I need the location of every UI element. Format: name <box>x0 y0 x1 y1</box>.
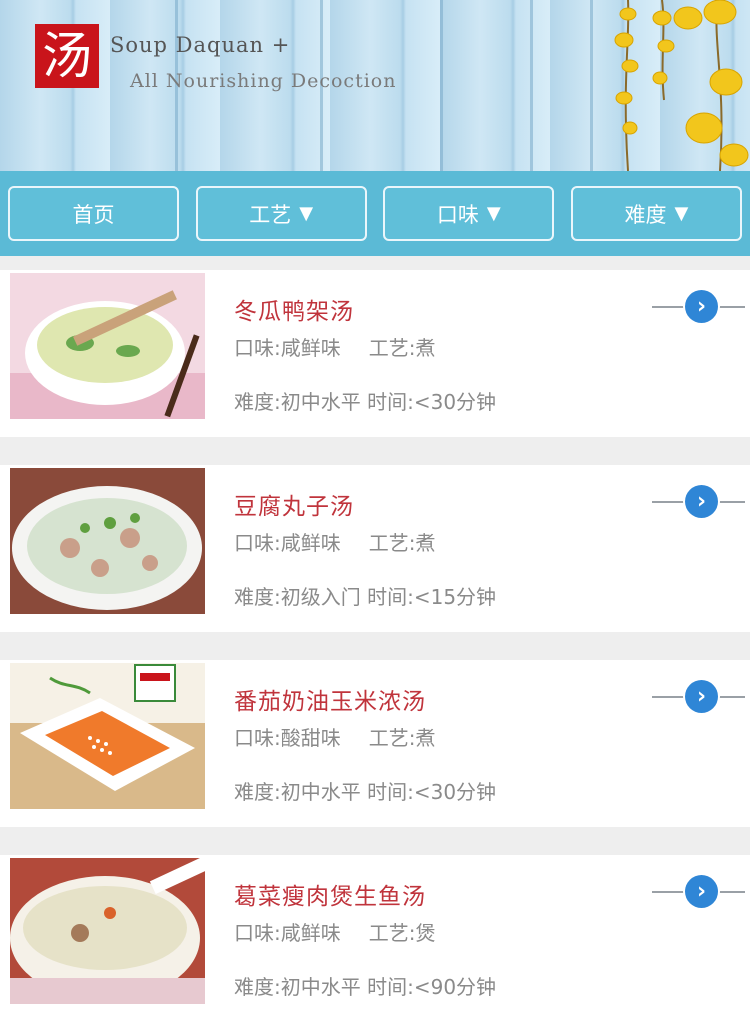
recipe-thumbnail <box>10 858 205 1004</box>
wood-plank <box>530 0 533 171</box>
recipe-list: 冬瓜鸭架汤 口味:咸鲜味 工艺:煮 难度:初中水平 时间:<30分钟 › 豆腐丸子… <box>0 256 750 1022</box>
recipe-title[interactable]: 葛菜瘦肉煲生鱼汤 <box>234 877 426 911</box>
filter-home-label: 首页 <box>72 202 115 227</box>
recipe-difficulty: 难度:初中水平 <box>234 780 361 804</box>
filter-craft-button[interactable]: 工艺 ▼ <box>195 186 367 241</box>
recipe-title[interactable]: 豆腐丸子汤 <box>234 487 354 521</box>
recipe-craft: 工艺:煮 <box>368 531 436 555</box>
dropdown-triangle-icon: ▼ <box>486 203 501 224</box>
recipe-taste: 口味:酸甜味 <box>234 726 341 750</box>
wood-plank <box>440 0 443 171</box>
recipe-craft: 工艺:煮 <box>368 726 436 750</box>
filter-home-button[interactable]: 首页 <box>8 186 179 241</box>
recipe-item[interactable]: 葛菜瘦肉煲生鱼汤 口味:咸鲜味 工艺:煲 难度:初中水平 时间:<90分钟 › <box>0 855 750 1022</box>
recipe-item[interactable]: 豆腐丸子汤 口味:咸鲜味 工艺:煮 难度:初级入门 时间:<15分钟 › <box>0 465 750 632</box>
filter-taste-button[interactable]: 口味 ▼ <box>383 186 555 241</box>
logo: 汤 <box>35 24 99 88</box>
recipe-taste-craft: 口味:咸鲜味 工艺:煲 <box>234 917 436 946</box>
filter-craft-label: 工艺 <box>249 202 292 227</box>
filter-taste-label: 口味 <box>436 202 479 227</box>
recipe-thumbnail <box>10 273 205 419</box>
recipe-taste: 口味:咸鲜味 <box>234 921 341 945</box>
filter-bar: 首页 工艺 ▼ 口味 ▼ 难度 ▼ <box>0 171 750 256</box>
dropdown-triangle-icon: ▼ <box>674 203 689 224</box>
recipe-difficulty-time: 难度:初中水平 时间:<30分钟 <box>234 386 496 415</box>
recipe-taste: 口味:咸鲜味 <box>234 336 341 360</box>
recipe-thumbnail <box>10 468 205 614</box>
filter-difficulty-label: 难度 <box>624 202 667 227</box>
recipe-time: 时间:<90分钟 <box>367 975 497 999</box>
brand-title: Soup Daquan + <box>110 33 291 57</box>
dropdown-triangle-icon: ▼ <box>299 203 314 224</box>
recipe-item[interactable]: 冬瓜鸭架汤 口味:咸鲜味 工艺:煮 难度:初中水平 时间:<30分钟 › <box>0 270 750 437</box>
filter-difficulty-button[interactable]: 难度 ▼ <box>570 186 742 241</box>
recipe-difficulty: 难度:初中水平 <box>234 975 361 999</box>
chevron-right-icon[interactable]: › <box>685 680 718 713</box>
recipe-difficulty: 难度:初中水平 <box>234 390 361 414</box>
chevron-right-icon[interactable]: › <box>685 485 718 518</box>
header-banner: 汤 Soup Daquan + All Nourishing Decoction <box>0 0 750 171</box>
recipe-time: 时间:<30分钟 <box>367 390 497 414</box>
recipe-difficulty-time: 难度:初中水平 时间:<90分钟 <box>234 971 496 1000</box>
recipe-taste: 口味:咸鲜味 <box>234 531 341 555</box>
recipe-title[interactable]: 番茄奶油玉米浓汤 <box>234 682 426 716</box>
recipe-difficulty-time: 难度:初级入门 时间:<15分钟 <box>234 581 496 610</box>
recipe-craft: 工艺:煲 <box>368 921 436 945</box>
flower-vine-decoration <box>614 0 749 171</box>
recipe-craft: 工艺:煮 <box>368 336 436 360</box>
recipe-difficulty: 难度:初级入门 <box>234 585 361 609</box>
chevron-right-icon[interactable]: › <box>685 875 718 908</box>
chevron-right-icon[interactable]: › <box>685 290 718 323</box>
recipe-difficulty-time: 难度:初中水平 时间:<30分钟 <box>234 776 496 805</box>
brand-subtitle: All Nourishing Decoction <box>130 70 397 92</box>
recipe-title[interactable]: 冬瓜鸭架汤 <box>234 292 354 326</box>
recipe-time: 时间:<15分钟 <box>367 585 497 609</box>
recipe-taste-craft: 口味:酸甜味 工艺:煮 <box>234 722 436 751</box>
recipe-item[interactable]: 番茄奶油玉米浓汤 口味:酸甜味 工艺:煮 难度:初中水平 时间:<30分钟 › <box>0 660 750 827</box>
recipe-taste-craft: 口味:咸鲜味 工艺:煮 <box>234 332 436 361</box>
recipe-time: 时间:<30分钟 <box>367 780 497 804</box>
recipe-taste-craft: 口味:咸鲜味 工艺:煮 <box>234 527 436 556</box>
recipe-thumbnail <box>10 663 205 809</box>
wood-plank <box>590 0 593 171</box>
